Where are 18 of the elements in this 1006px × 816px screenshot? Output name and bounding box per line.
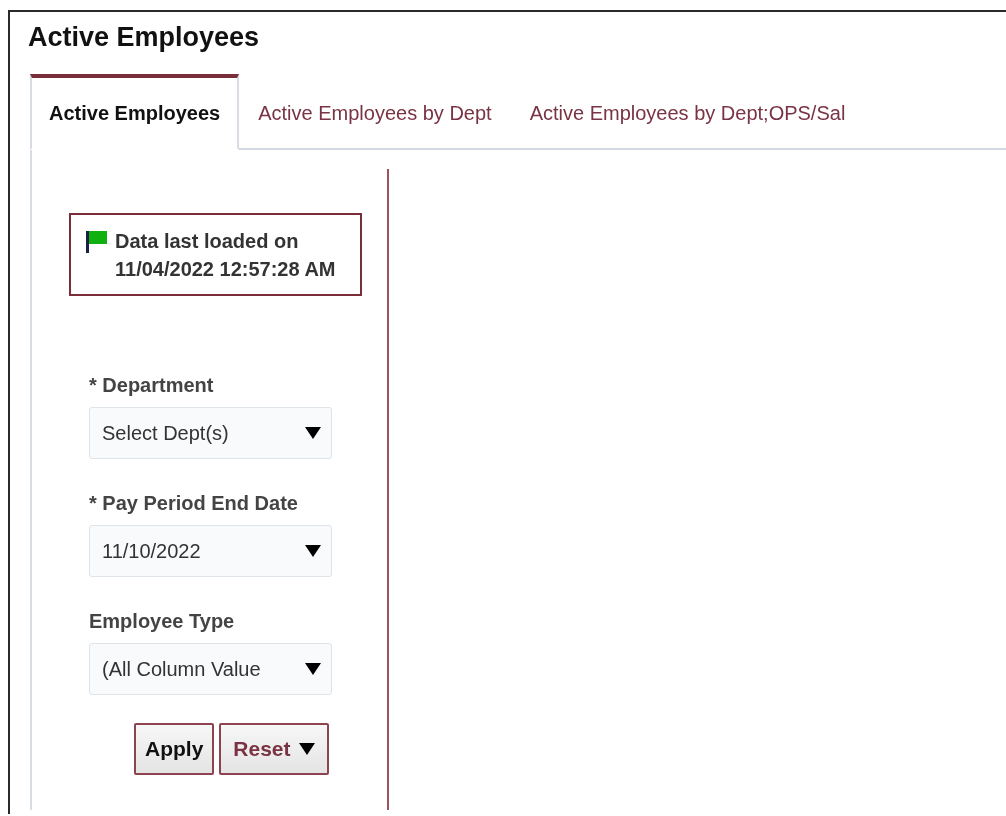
caret-icon	[298, 743, 315, 755]
filter-label: * Pay Period End Date	[89, 491, 298, 516]
filter-dropdown[interactable]: 11/10/2022	[89, 525, 332, 577]
flag-icon	[86, 231, 107, 253]
page-title: Active Employees	[28, 21, 260, 54]
dropdown-caret-icon	[305, 427, 321, 439]
report-tab[interactable]: Active Employees	[30, 74, 240, 150]
data-loaded-text: Data last loaded on 11/04/2022 12:57:28 AM	[115, 229, 337, 282]
filter-label: Employee Type	[89, 609, 235, 634]
filter-label: * Department	[89, 373, 214, 398]
apply-button[interactable]: Apply	[134, 723, 215, 775]
filter-dropdown[interactable]: (All Column Value	[89, 643, 332, 695]
filter-dropdown[interactable]: Select Dept(s)	[89, 407, 332, 459]
reset-button[interactable]: Reset	[219, 723, 329, 775]
dropdown-caret-icon	[305, 545, 321, 557]
report-tab[interactable]: Active Employees by Dept;OPS/Sal	[510, 74, 865, 150]
dropdown-caret-icon	[305, 663, 321, 675]
report-tab[interactable]: Active Employees by Dept	[239, 74, 511, 150]
